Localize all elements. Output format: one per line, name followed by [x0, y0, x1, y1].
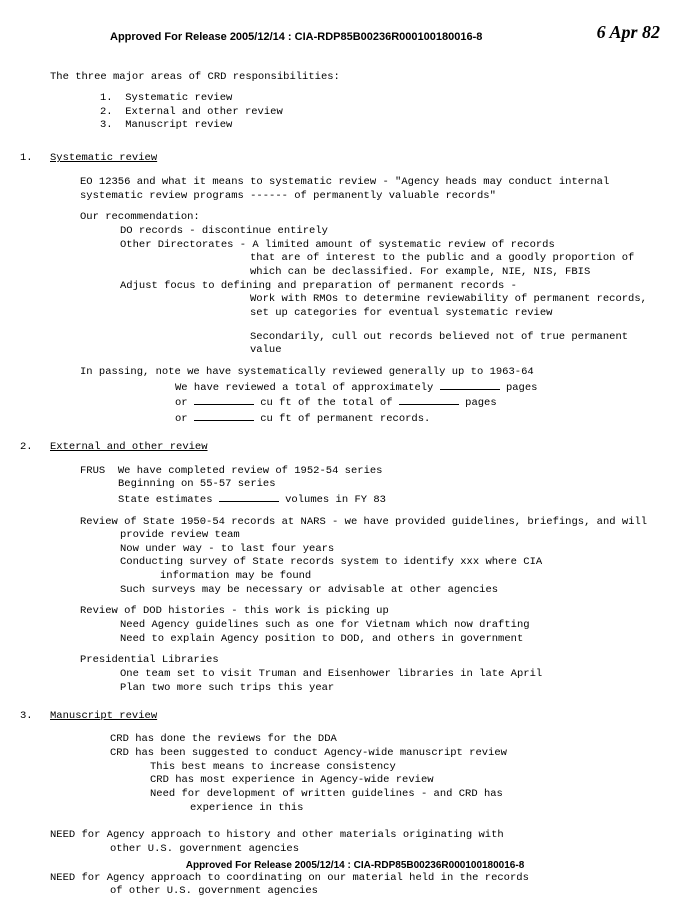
state-l3: Conducting survey of State records syste…	[120, 556, 660, 583]
area-1: 1. Systematic review	[100, 92, 660, 106]
m3: This best means to increase consistency	[150, 761, 660, 775]
state-l2: Now under way - to last four years	[120, 543, 660, 557]
need-block: NEED for Agency approach to history and …	[50, 829, 660, 899]
sec1-num: 1.	[20, 151, 33, 165]
frus-l3: State estimates volumes in FY 83	[118, 492, 660, 508]
rec-adjust-cont: Work with RMOs to determine reviewabilit…	[250, 293, 660, 320]
sec2-num: 2.	[20, 440, 33, 454]
section-3: 3. Manuscript review CRD has done the re…	[50, 709, 660, 815]
need2: NEED for Agency approach to coordinating…	[50, 872, 660, 899]
sec1-passing: In passing, note we have systematically …	[80, 366, 660, 427]
area-2: 2. External and other review	[100, 106, 660, 120]
areas-list: 1. Systematic review 2. External and oth…	[100, 92, 660, 133]
release-stamp-header: Approved For Release 2005/12/14 : CIA-RD…	[110, 30, 660, 45]
state-l1: Review of State 1950-54 records at NARS …	[80, 516, 660, 543]
m4: CRD has most experience in Agency-wide r…	[150, 774, 660, 788]
sec2-frus: FRUS We have completed review of 1952-54…	[80, 465, 660, 508]
sec1-eo: EO 12356 and what it means to systematic…	[80, 175, 660, 203]
passing-l2: We have reviewed a total of approximatel…	[175, 380, 660, 396]
pres-l2: Plan two more such trips this year	[120, 682, 660, 696]
m1: CRD has done the reviews for the DDA	[110, 733, 660, 747]
rec-label: Our recommendation:	[80, 211, 660, 225]
sec2-state: Review of State 1950-54 records at NARS …	[80, 516, 660, 598]
frus-label: FRUS	[80, 465, 105, 477]
passing-l4: or cu ft of permanent records.	[175, 411, 660, 427]
section-2: 2. External and other review FRUS We hav…	[50, 440, 660, 695]
frus-l2: Beginning on 55-57 series	[118, 478, 660, 492]
need1: NEED for Agency approach to history and …	[50, 829, 660, 856]
state-l4: Such surveys may be necessary or advisab…	[120, 584, 660, 598]
rec-other-cont: that are of interest to the public and a…	[250, 252, 660, 279]
area-3: 3. Manuscript review	[100, 119, 660, 133]
m2: CRD has been suggested to conduct Agency…	[110, 747, 660, 761]
sec2-title: External and other review	[50, 440, 660, 454]
sec3-num: 3.	[20, 709, 33, 723]
dod-l3: Need to explain Agency position to DOD, …	[120, 633, 660, 647]
release-stamp-footer: Approved For Release 2005/12/14 : CIA-RD…	[50, 859, 660, 872]
m5: Need for development of written guidelin…	[150, 788, 660, 815]
sec1-rec: Our recommendation: DO records - discont…	[80, 211, 660, 357]
rec-adjust: Adjust focus to defining and preparation…	[120, 280, 660, 321]
pres-l1: One team set to visit Truman and Eisenho…	[120, 668, 660, 682]
sec1-title: Systematic review	[50, 151, 660, 165]
rec-other: Other Directorates - A limited amount of…	[120, 239, 660, 280]
dod-l1: Review of DOD histories - this work is p…	[80, 605, 660, 619]
passing-l1: In passing, note we have systematically …	[80, 366, 660, 380]
intro-line: The three major areas of CRD responsibil…	[50, 70, 660, 84]
dod-l2: Need Agency guidelines such as one for V…	[120, 619, 660, 633]
handwritten-date: 6 Apr 82	[597, 20, 660, 44]
rec-secondary: Secondarily, cull out records believed n…	[250, 331, 660, 358]
sec2-pres: Presidential Libraries One team set to v…	[80, 654, 660, 695]
rec-do: DO records - discontinue entirely	[120, 225, 660, 239]
section-1: 1. Systematic review EO 12356 and what i…	[50, 151, 660, 426]
sec2-dod: Review of DOD histories - this work is p…	[80, 605, 660, 646]
sec3-title: Manuscript review	[50, 709, 660, 723]
passing-l3: or cu ft of the total of pages	[175, 395, 660, 411]
pres-label: Presidential Libraries	[80, 654, 660, 668]
